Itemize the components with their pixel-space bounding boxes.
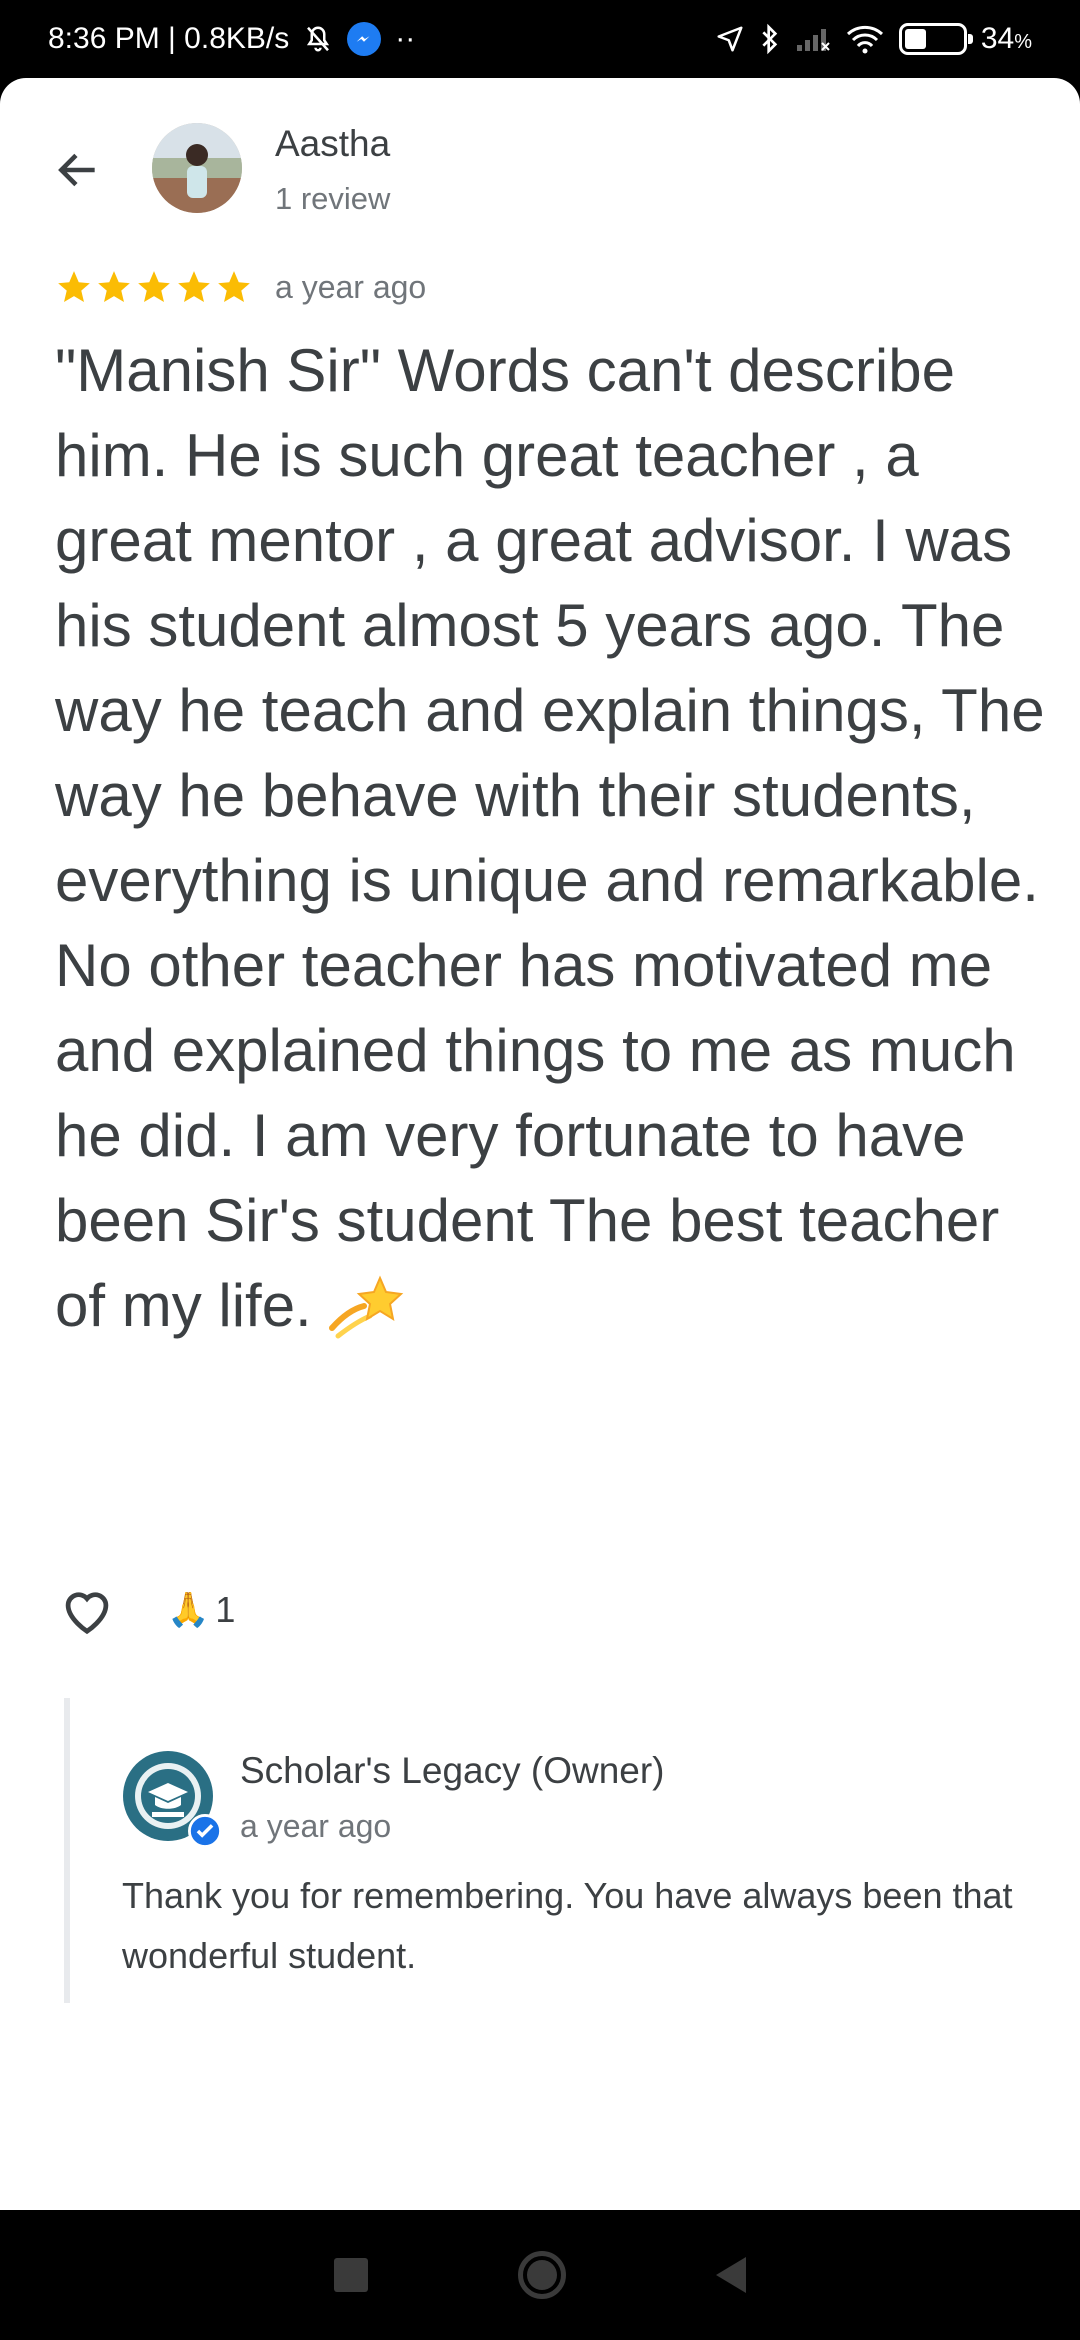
review-actions: 🙏 1 — [55, 1578, 235, 1642]
owner-name: Scholar's Legacy (Owner) — [240, 1750, 665, 1791]
star-rating — [55, 268, 253, 306]
review-sheet: Aastha 1 review a year ago "Manish Sir" … — [0, 78, 1080, 2210]
author-name[interactable]: Aastha — [275, 123, 390, 165]
recents-button[interactable] — [334, 2258, 368, 2292]
rating-row: a year ago — [55, 268, 426, 306]
status-bar: 8:36 PM | 0.8KB/s ·· 34% — [0, 0, 1080, 78]
overflow-dots: ·· — [395, 22, 416, 55]
review-body: "Manish Sir" Words can't describe him. H… — [55, 328, 1045, 1348]
arrow-left-icon — [58, 153, 95, 187]
status-left: 8:36 PM | 0.8KB/s ·· — [48, 22, 415, 56]
status-time-speed: 8:36 PM | 0.8KB/s — [48, 22, 290, 55]
battery-icon — [898, 23, 973, 55]
wifi-icon — [845, 24, 885, 54]
bluetooth-icon — [759, 23, 781, 55]
star-icon — [58, 271, 90, 303]
sparkles-star-icon — [329, 1275, 404, 1339]
battery-percent: 34 — [980, 22, 1015, 55]
like-button[interactable] — [55, 1578, 119, 1642]
navigation-bar — [0, 2210, 1080, 2340]
status-right: 34% — [715, 22, 1032, 56]
star-icon — [98, 271, 130, 303]
review-text: "Manish Sir" Words can't describe him. H… — [55, 337, 1045, 1339]
back-button[interactable] — [48, 140, 108, 200]
owner-reply-text: Thank you for remembering. You have alwa… — [122, 1875, 1013, 1976]
heart-icon — [65, 1592, 109, 1635]
battery-level: 34% — [981, 22, 1032, 56]
folded-hands-icon: 🙏 — [167, 1591, 210, 1629]
reaction-count: 1 — [215, 1589, 236, 1630]
battery-unit: % — [1014, 31, 1032, 53]
verified-badge-icon — [188, 1814, 222, 1848]
bell-off-icon — [303, 23, 333, 55]
star-icon — [178, 271, 210, 303]
author-review-count: 1 review — [275, 181, 391, 216]
owner-reply-time: a year ago — [240, 1808, 392, 1844]
messenger-icon — [347, 22, 382, 56]
reaction-chip[interactable]: 🙏 1 — [167, 1589, 235, 1631]
star-icon — [218, 271, 250, 303]
home-button[interactable] — [518, 2251, 566, 2299]
owner-reply: Scholar's Legacy (Owner) a year ago Than… — [64, 1698, 1024, 2003]
signal-icon — [795, 25, 831, 53]
nav-back-button[interactable] — [716, 2257, 746, 2293]
location-icon — [715, 24, 745, 54]
star-icon — [138, 271, 170, 303]
review-time: a year ago — [275, 268, 427, 305]
avatar[interactable] — [152, 123, 242, 213]
